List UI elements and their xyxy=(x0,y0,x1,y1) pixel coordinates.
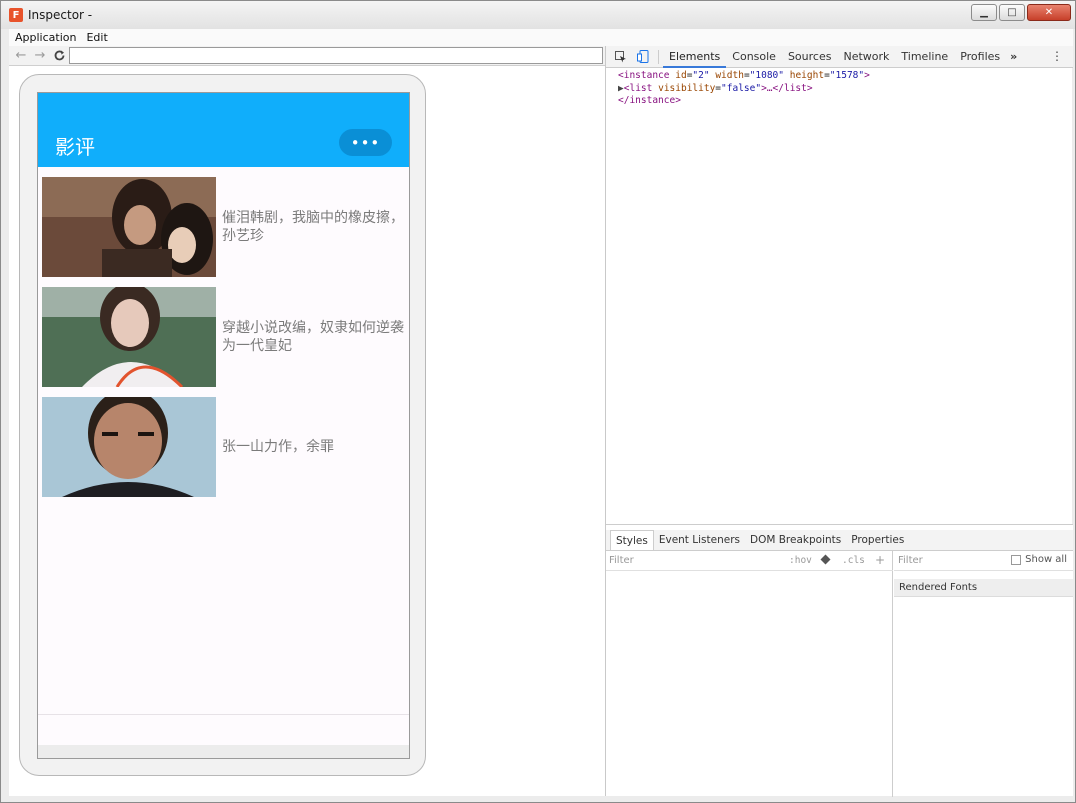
minimize-button[interactable]: ▁ xyxy=(971,4,997,21)
devtools-toolbar: Elements Console Sources Network Timelin… xyxy=(606,46,1073,68)
tag-name: instance xyxy=(623,70,670,81)
tab-console[interactable]: Console xyxy=(726,46,782,68)
device-screen: 影评 ••• 催泪韩剧，我脑中的橡皮擦， 孙艺珍 穿越小说改编，奴隶如何逆袭 为… xyxy=(37,92,410,759)
styles-filter-row: Filter :hov .cls + xyxy=(606,551,893,571)
attr-name: height xyxy=(789,70,825,81)
window-controls: ▁ □ ✕ xyxy=(971,4,1071,21)
more-options-button[interactable]: ••• xyxy=(339,129,392,156)
kebab-menu-icon[interactable]: ⋮ xyxy=(1051,49,1063,63)
tab-properties[interactable]: Properties xyxy=(846,530,909,550)
attr-value: "1578" xyxy=(829,70,865,81)
computed-pane: Filter Show all Rendered Fonts xyxy=(894,551,1073,797)
app-logo-icon: F xyxy=(9,8,23,22)
tab-timeline[interactable]: Timeline xyxy=(895,46,954,68)
attr-value: "2" xyxy=(692,70,710,81)
tab-dom-breakpoints[interactable]: DOM Breakpoints xyxy=(745,530,846,550)
devtools-panel: Elements Console Sources Network Timelin… xyxy=(605,46,1073,797)
styles-tabs: Styles Event Listeners DOM Breakpoints P… xyxy=(606,530,1073,551)
dom-node-list[interactable]: ▶<list visibility="false">…</list> xyxy=(618,83,870,96)
styles-pane: Filter :hov .cls + xyxy=(606,551,893,797)
title-bar: F Inspector - ▁ □ ✕ xyxy=(1,1,1075,29)
close-button[interactable]: ✕ xyxy=(1027,4,1071,21)
device-frame: 影评 ••• 催泪韩剧，我脑中的橡皮擦， 孙艺珍 穿越小说改编，奴隶如何逆袭 为… xyxy=(19,74,426,776)
attr-name: id xyxy=(675,70,687,81)
list-item[interactable]: 张一山力作，余罪 xyxy=(42,397,409,497)
attr-value: "1080" xyxy=(749,70,784,81)
address-bar: ← → xyxy=(9,46,605,66)
styles-filter-input[interactable]: Filter xyxy=(609,555,634,566)
preview-panel: ← → 影评 ••• 催泪韩剧，我脑中的橡皮擦， 孙艺珍 穿越小说改编，奴隶如何… xyxy=(9,46,605,796)
device-mode-icon[interactable] xyxy=(636,50,650,64)
hover-state-toggle[interactable]: :hov xyxy=(789,555,812,566)
show-all-checkbox[interactable] xyxy=(1011,554,1022,565)
tab-profiles[interactable]: Profiles xyxy=(954,46,1006,68)
computed-filter-input[interactable]: Filter xyxy=(898,555,923,566)
movie-thumbnail xyxy=(42,177,216,277)
screen-footer xyxy=(38,745,409,758)
dom-node-instance[interactable]: <instance id="2" width="1080" height="15… xyxy=(618,70,870,83)
tab-styles[interactable]: Styles xyxy=(610,530,654,550)
tab-sources[interactable]: Sources xyxy=(782,46,838,68)
menu-bar: Application Edit xyxy=(9,29,1073,46)
inspector-window: F Inspector - ▁ □ ✕ Application Edit ← →… xyxy=(0,0,1076,803)
rendered-fonts-header[interactable]: Rendered Fonts xyxy=(894,579,1073,597)
screen-divider xyxy=(38,714,409,715)
list-item[interactable]: 穿越小说改编，奴隶如何逆袭 为一代皇妃 xyxy=(42,287,409,387)
app-header: 影评 ••• xyxy=(38,93,409,167)
movie-thumbnail xyxy=(42,287,216,387)
inspect-element-icon[interactable] xyxy=(614,50,628,64)
dom-node-instance-close[interactable]: </instance> xyxy=(618,95,870,108)
reload-icon[interactable] xyxy=(52,49,66,63)
styles-panel: Styles Event Listeners DOM Breakpoints P… xyxy=(606,524,1073,797)
movie-thumbnail xyxy=(42,397,216,497)
menu-application[interactable]: Application xyxy=(15,31,76,44)
class-toggle[interactable]: .cls xyxy=(842,555,865,566)
show-all-toggle[interactable]: Show all xyxy=(1011,554,1067,565)
attr-name: width xyxy=(715,70,744,81)
url-input[interactable] xyxy=(69,47,603,64)
paint-bucket-icon[interactable] xyxy=(820,554,831,568)
app-title: 影评 xyxy=(55,135,95,159)
back-arrow-icon[interactable]: ← xyxy=(14,48,28,63)
item-description: 张一山力作，余罪 xyxy=(222,439,334,455)
item-description: 穿越小说改编，奴隶如何逆袭 为一代皇妃 xyxy=(222,320,404,354)
toolbar-divider xyxy=(658,49,659,64)
list-item[interactable]: 催泪韩剧，我脑中的橡皮擦， 孙艺珍 xyxy=(42,177,409,277)
dom-tree: <instance id="2" width="1080" height="15… xyxy=(618,70,870,108)
attr-name: visibility xyxy=(658,82,716,94)
tab-network[interactable]: Network xyxy=(837,46,895,68)
tag-bracket: > xyxy=(864,70,870,81)
tag-bracket: > xyxy=(806,82,813,94)
item-description: 催泪韩剧，我脑中的橡皮擦， 孙艺珍 xyxy=(222,210,404,244)
tag-bracket: >…</ xyxy=(761,82,784,94)
tag-name: list xyxy=(783,82,807,94)
new-style-rule-icon[interactable]: + xyxy=(875,553,885,567)
show-all-label: Show all xyxy=(1025,554,1067,565)
tag-name: list xyxy=(629,82,653,94)
tab-elements[interactable]: Elements xyxy=(663,46,727,68)
tab-event-listeners[interactable]: Event Listeners xyxy=(654,530,745,550)
computed-filter-row: Filter Show all xyxy=(894,551,1073,571)
menu-edit[interactable]: Edit xyxy=(86,31,107,44)
maximize-button[interactable]: □ xyxy=(999,4,1025,21)
attr-value: "false" xyxy=(721,82,762,94)
window-title: Inspector - xyxy=(28,8,93,22)
forward-arrow-icon[interactable]: → xyxy=(33,48,47,63)
more-tabs-icon[interactable]: » xyxy=(1010,50,1017,63)
